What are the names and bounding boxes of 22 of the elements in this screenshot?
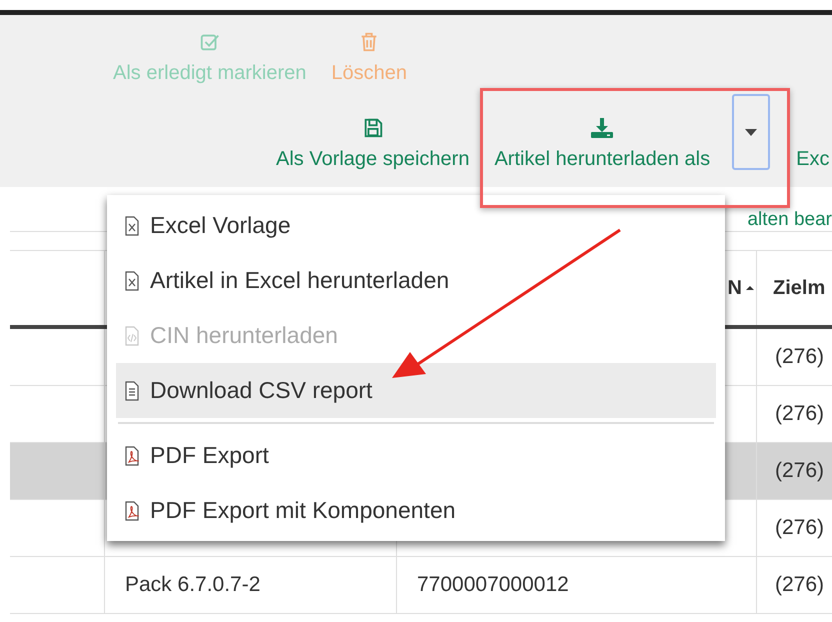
menu-item[interactable]: Download CSV report [116,363,716,418]
spreadsheet-file-icon [124,216,140,236]
dropdown-button[interactable] [732,94,770,170]
sort-icon [746,283,754,293]
text-file-icon [124,380,140,400]
column-header[interactable]: N [728,273,742,303]
column-header[interactable]: Zielm [773,273,826,303]
code-file-icon [124,326,140,346]
menu-item[interactable]: PDF Export mit Komponenten [116,483,716,538]
menu-item[interactable]: PDF Export [116,428,716,483]
menu-item[interactable]: Artikel in Excel herunterladen [116,253,716,308]
menu-item[interactable]: Excel Vorlage [116,198,716,253]
toolbar-button[interactable]: Artikel herunterladen als [490,117,714,170]
download-icon [590,117,614,139]
toolbar-button-label[interactable]: Exc [796,148,830,170]
spreadsheet-file-icon [124,270,140,290]
pdf-file-icon [124,500,140,520]
toolbar-button[interactable]: Als Vorlage speichern [272,117,474,170]
pdf-file-icon [124,446,140,466]
link[interactable]: alten bear [747,209,832,231]
table-cell: (276) [757,443,832,499]
caret-icon [745,128,758,136]
